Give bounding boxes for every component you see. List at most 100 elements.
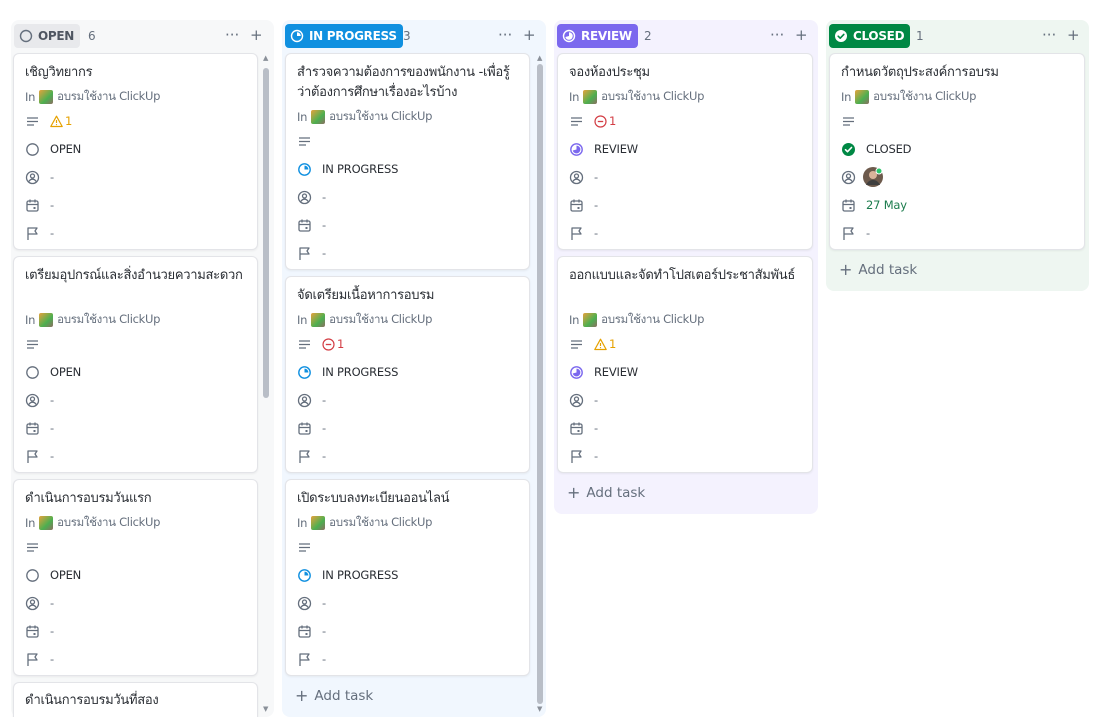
- scroll-thumb[interactable]: [263, 68, 269, 398]
- status-row[interactable]: IN PROGRESS: [297, 159, 398, 179]
- priority-badge[interactable]: 1: [50, 114, 72, 128]
- priority-row[interactable]: -: [297, 243, 326, 263]
- task-title[interactable]: ดำเนินการอบรมวันที่สอง: [25, 691, 247, 711]
- task-title[interactable]: เชิญวิทยากร: [25, 63, 247, 83]
- scroll-thumb[interactable]: [537, 64, 543, 704]
- task-card[interactable]: สำรวจความต้องการของพนักงาน -เพื่อรู้ว่าต…: [285, 53, 530, 270]
- description-icon: [27, 339, 38, 349]
- assignee-row[interactable]: -: [569, 167, 598, 187]
- assignee-row[interactable]: -: [25, 390, 54, 410]
- flag-icon: [27, 449, 38, 463]
- task-title[interactable]: จัดเตรียมเนื้อหาการอบรม: [297, 286, 519, 306]
- task-title[interactable]: จองห้องประชุม: [569, 63, 802, 83]
- priority-row[interactable]: -: [25, 446, 54, 466]
- task-title[interactable]: ออกแบบและจัดทำโปสเตอร์ประชาสัมพันธ์: [569, 266, 802, 286]
- status-pill-review[interactable]: REVIEW: [557, 24, 638, 48]
- status-row[interactable]: IN PROGRESS: [297, 565, 398, 585]
- priority-row[interactable]: -: [25, 223, 54, 243]
- open-status-icon: [26, 568, 39, 582]
- status-row[interactable]: OPEN: [25, 565, 81, 585]
- status-pill-in-progress[interactable]: IN PROGRESS: [285, 24, 403, 48]
- assignee-row[interactable]: -: [297, 187, 326, 207]
- task-title[interactable]: เตรียมอุปกรณ์และสิ่งอำนวยความสะดวก: [25, 266, 247, 286]
- status-row[interactable]: IN PROGRESS: [297, 362, 398, 382]
- assignee-row[interactable]: -: [25, 593, 54, 613]
- status-pill-open[interactable]: OPEN: [14, 24, 81, 48]
- due-date-row[interactable]: -: [569, 195, 598, 215]
- description-row: [25, 334, 50, 354]
- more-options-icon[interactable]: ···: [225, 26, 239, 44]
- priority-badge[interactable]: 1: [594, 114, 616, 128]
- description-icon: [299, 542, 310, 552]
- status-pill-closed[interactable]: CLOSED: [829, 24, 911, 48]
- status-row[interactable]: REVIEW: [569, 362, 638, 382]
- task-location: In อบรมใช้งาน ClickUp: [297, 109, 433, 124]
- more-options-icon[interactable]: ···: [770, 26, 784, 44]
- plus-icon: +: [295, 686, 309, 705]
- priority-row[interactable]: -: [25, 649, 54, 669]
- task-card[interactable]: เชิญวิทยากร In อบรมใช้งาน ClickUp 1 OPEN…: [13, 53, 258, 250]
- add-task-icon[interactable]: +: [250, 26, 263, 44]
- assignee-icon: [25, 393, 40, 407]
- more-options-icon[interactable]: ···: [1042, 26, 1056, 44]
- priority-row[interactable]: -: [297, 649, 326, 669]
- status-row[interactable]: OPEN: [25, 139, 81, 159]
- priority-row[interactable]: -: [841, 223, 870, 243]
- check-circle-icon: [842, 142, 855, 156]
- add-task-icon[interactable]: +: [795, 26, 808, 44]
- priority-row[interactable]: -: [569, 446, 598, 466]
- task-title[interactable]: เปิดระบบลงทะเบียนออนไลน์: [297, 489, 519, 509]
- task-title[interactable]: สำรวจความต้องการของพนักงาน -เพื่อรู้ว่าต…: [297, 63, 519, 103]
- add-task-icon[interactable]: +: [523, 26, 536, 44]
- task-card[interactable]: จัดเตรียมเนื้อหาการอบรม In อบรมใช้งาน Cl…: [285, 276, 530, 473]
- priority-row[interactable]: -: [297, 446, 326, 466]
- due-date-row[interactable]: -: [25, 621, 54, 641]
- due-date-row[interactable]: -: [297, 215, 326, 235]
- due-date-row[interactable]: -: [25, 195, 54, 215]
- assignee-row[interactable]: [841, 167, 883, 187]
- scroll-up-icon[interactable]: ▲: [263, 54, 268, 62]
- due-date-row[interactable]: -: [297, 418, 326, 438]
- column-header: REVIEW 2 ··· +: [554, 20, 818, 52]
- description-icon: [27, 542, 38, 552]
- description-icon: [571, 339, 582, 349]
- scroll-up-icon[interactable]: ▲: [537, 54, 542, 62]
- scrollbar[interactable]: [263, 58, 269, 708]
- task-card[interactable]: กำหนดวัตถุประสงค์การอบรม In อบรมใช้งาน C…: [829, 53, 1085, 250]
- scroll-down-icon[interactable]: ▼: [263, 705, 268, 713]
- task-card[interactable]: ออกแบบและจัดทำโปสเตอร์ประชาสัมพันธ์ In อ…: [557, 256, 813, 473]
- task-title[interactable]: กำหนดวัตถุประสงค์การอบรม: [841, 63, 1074, 83]
- scroll-down-icon[interactable]: ▼: [537, 705, 542, 713]
- add-task-button[interactable]: + Add task: [839, 262, 917, 279]
- scrollbar[interactable]: [537, 58, 543, 708]
- due-date-row[interactable]: -: [297, 621, 326, 641]
- task-card[interactable]: ดำเนินการอบรมวันที่สอง: [13, 682, 258, 717]
- add-task-icon[interactable]: +: [1067, 26, 1080, 44]
- add-task-button[interactable]: + Add task: [295, 686, 373, 705]
- priority-row[interactable]: -: [569, 223, 598, 243]
- status-row[interactable]: REVIEW: [569, 139, 638, 159]
- user-avatar[interactable]: [863, 167, 883, 187]
- task-card[interactable]: จองห้องประชุม In อบรมใช้งาน ClickUp 1 RE…: [557, 53, 813, 250]
- assignee-icon: [297, 596, 312, 610]
- assignee-icon: [25, 596, 40, 610]
- task-title[interactable]: ดำเนินการอบรมวันแรก: [25, 489, 247, 509]
- task-card[interactable]: เตรียมอุปกรณ์และสิ่งอำนวยความสะดวก In อบ…: [13, 256, 258, 473]
- priority-badge[interactable]: 1: [594, 337, 616, 351]
- due-date-row[interactable]: -: [569, 418, 598, 438]
- status-row[interactable]: OPEN: [25, 362, 81, 382]
- due-date-row[interactable]: -: [25, 418, 54, 438]
- more-options-icon[interactable]: ···: [498, 26, 512, 44]
- task-card[interactable]: ดำเนินการอบรมวันแรก In อบรมใช้งาน ClickU…: [13, 479, 258, 676]
- assignee-row[interactable]: -: [25, 167, 54, 187]
- priority-badge[interactable]: 1: [322, 337, 344, 351]
- task-card[interactable]: เปิดระบบลงทะเบียนออนไลน์ In อบรมใช้งาน C…: [285, 479, 530, 676]
- flag-icon: [27, 226, 38, 240]
- assignee-row[interactable]: -: [297, 593, 326, 613]
- assignee-row[interactable]: -: [297, 390, 326, 410]
- flag-icon: [843, 226, 854, 240]
- add-task-button[interactable]: + Add task: [567, 485, 645, 502]
- due-date-row[interactable]: 27 May: [841, 195, 907, 215]
- status-row[interactable]: CLOSED: [841, 139, 912, 159]
- assignee-row[interactable]: -: [569, 390, 598, 410]
